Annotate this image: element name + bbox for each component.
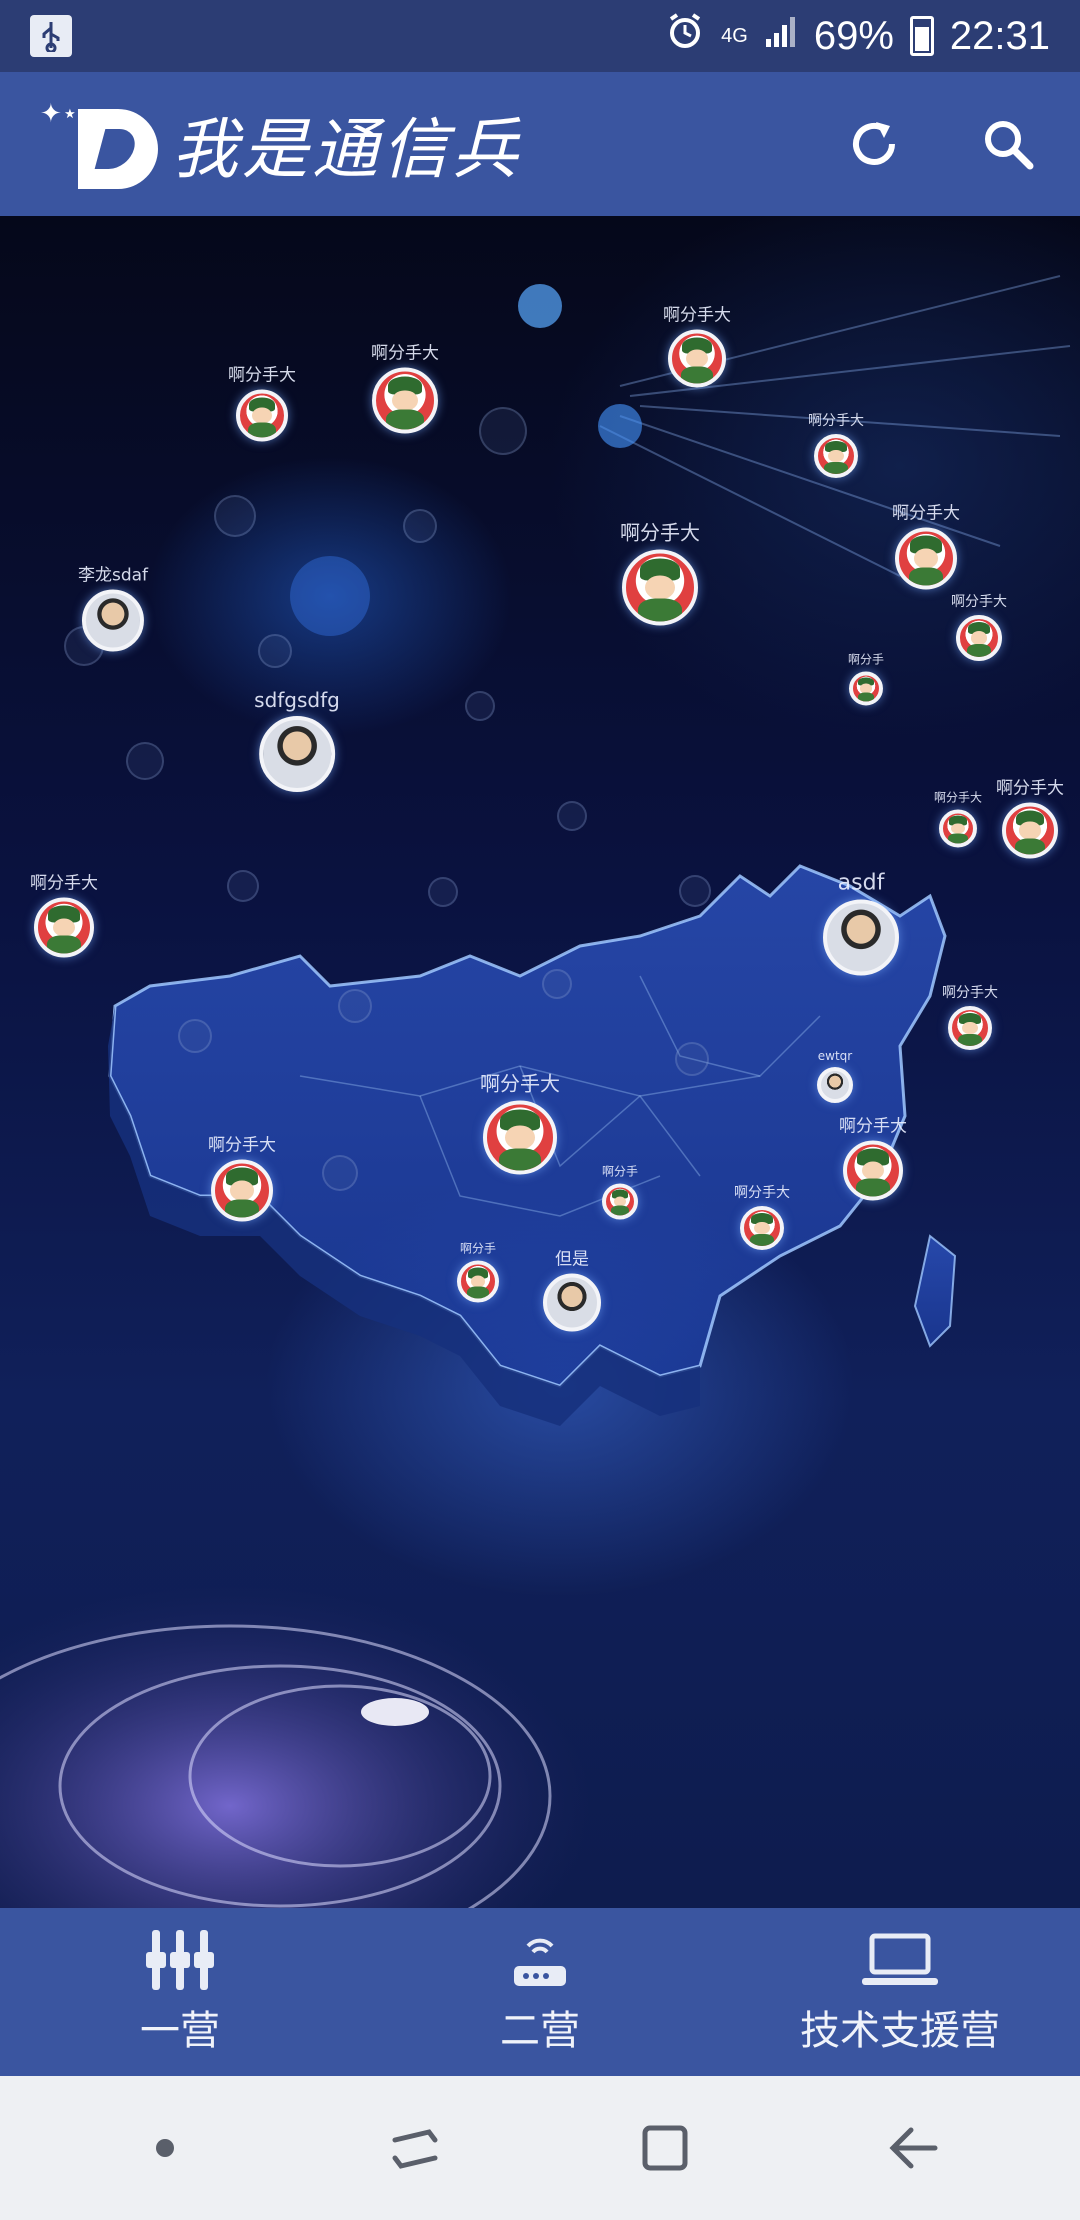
avatar — [1002, 802, 1058, 859]
laptop-icon — [862, 1933, 938, 1985]
app-title: 我是通信兵 — [172, 111, 522, 188]
map-marker[interactable]: 但是 — [543, 1245, 601, 1332]
router-icon — [514, 1938, 566, 1986]
map-marker[interactable]: 啊分手大 — [734, 1182, 790, 1250]
map-marker[interactable]: asdf — [823, 871, 899, 976]
avatar — [236, 389, 288, 442]
battery-icon — [909, 16, 934, 56]
ghost-marker — [338, 989, 372, 1023]
map-marker[interactable]: sdfgsdfg — [254, 688, 340, 792]
map-scene: 啊分手大 啊分手大 啊分手大 李龙sdaf sdfgsdfg 啊分手大 asdf… — [0, 216, 1080, 1908]
map-marker[interactable]: 啊分手大 — [892, 499, 960, 590]
tab-tech-support[interactable]: 技术支援营 — [720, 1908, 1080, 2076]
back-icon — [889, 2127, 938, 2169]
map-marker[interactable]: 啊分手大 — [480, 1068, 560, 1175]
avatar-photo — [817, 1067, 853, 1103]
avatar — [814, 434, 858, 478]
avatar — [956, 615, 1002, 661]
map-marker[interactable]: 啊分手大 — [934, 789, 982, 848]
back-button[interactable] — [875, 2108, 955, 2188]
map-marker[interactable]: 啊分手大 — [228, 361, 296, 442]
avatar-photo — [82, 589, 144, 652]
refresh-button[interactable] — [842, 112, 906, 176]
avatar — [34, 897, 94, 958]
avatar — [372, 367, 438, 434]
ghost-marker — [679, 875, 711, 907]
recents-icon — [392, 2129, 438, 2169]
avatar — [848, 671, 883, 706]
avatar — [622, 549, 698, 626]
ghost-marker — [465, 691, 495, 721]
tab-label: 技术支援营 — [800, 2008, 1000, 2054]
avatar — [211, 1159, 273, 1222]
tab-second-battalion[interactable]: 二营 — [360, 1908, 720, 2076]
avatar-photo — [258, 716, 335, 792]
china-map — [0, 275, 1071, 1908]
map-marker[interactable]: 啊分手大 — [808, 410, 864, 478]
dot-button[interactable] — [125, 2108, 205, 2188]
avatar — [668, 329, 726, 388]
battery-percent: 69% — [813, 13, 894, 58]
tab-first-battalion[interactable]: 一营 — [0, 1908, 360, 2076]
map-marker[interactable]: 啊分手大 — [942, 982, 998, 1050]
ghost-marker — [403, 509, 437, 543]
home-button[interactable] — [625, 2108, 705, 2188]
ghost-marker — [542, 969, 572, 999]
map-marker[interactable]: 啊分手大 — [996, 774, 1064, 859]
alarm-icon — [665, 11, 705, 61]
refresh-icon — [853, 122, 895, 165]
map-marker[interactable]: 啊分手大 — [30, 869, 98, 958]
signal-icon — [764, 14, 798, 59]
map-marker[interactable]: 啊分手 — [848, 651, 884, 706]
map-marker[interactable]: 啊分手 — [601, 1163, 638, 1220]
search-icon — [985, 121, 1034, 170]
avatar — [843, 1140, 903, 1201]
avatar — [601, 1183, 638, 1220]
system-nav-bar — [0, 2076, 1080, 2220]
map-marker[interactable]: 李龙sdaf — [78, 561, 148, 652]
map-marker[interactable]: 啊分手 — [457, 1240, 499, 1303]
tab-label: 二营 — [500, 2008, 580, 2054]
clock: 22:31 — [949, 13, 1050, 58]
ghost-marker — [322, 1155, 358, 1191]
app-logo: ✦⋆ — [40, 99, 160, 189]
ghost-marker — [258, 634, 292, 668]
map-marker[interactable]: 啊分手大 — [371, 339, 439, 434]
search-button[interactable] — [976, 112, 1040, 176]
ghost-marker — [675, 1042, 709, 1076]
ghost-marker — [227, 870, 259, 902]
ghost-marker — [126, 742, 164, 780]
map-marker[interactable]: 啊分手大 — [620, 517, 700, 626]
map-marker[interactable]: 啊分手大 — [208, 1131, 276, 1222]
avatar — [948, 1006, 992, 1050]
map-marker[interactable]: 啊分手大 — [951, 591, 1007, 661]
usb-icon — [30, 15, 72, 57]
ghost-marker — [557, 801, 587, 831]
avatar — [895, 527, 957, 590]
ghost-marker — [178, 1019, 212, 1053]
avatar — [938, 809, 977, 848]
tab-label: 一营 — [140, 2008, 220, 2054]
map-marker[interactable]: ewtqr — [817, 1049, 853, 1103]
ghost-marker — [479, 407, 527, 455]
avatar — [483, 1100, 557, 1175]
network-type: 4G — [721, 25, 748, 47]
ghost-marker — [428, 877, 458, 907]
app-header: ✦⋆ 我是通信兵 — [0, 72, 1080, 216]
avatar-photo — [823, 899, 899, 976]
avatar — [740, 1206, 784, 1250]
status-bar: 4G 69% 22:31 — [0, 0, 1080, 72]
map-marker[interactable]: 啊分手大 — [663, 301, 731, 388]
avatar — [457, 1260, 499, 1303]
bottom-tab-bar: 一营 二营 技术支援营 — [0, 1908, 1080, 2076]
sliders-icon — [146, 1930, 214, 1990]
ghost-marker — [214, 495, 256, 537]
avatar-photo — [543, 1273, 601, 1332]
dot-icon — [156, 2139, 174, 2157]
home-icon — [642, 2125, 688, 2171]
recents-button[interactable] — [375, 2108, 455, 2188]
map-marker[interactable]: 啊分手大 — [839, 1112, 907, 1201]
